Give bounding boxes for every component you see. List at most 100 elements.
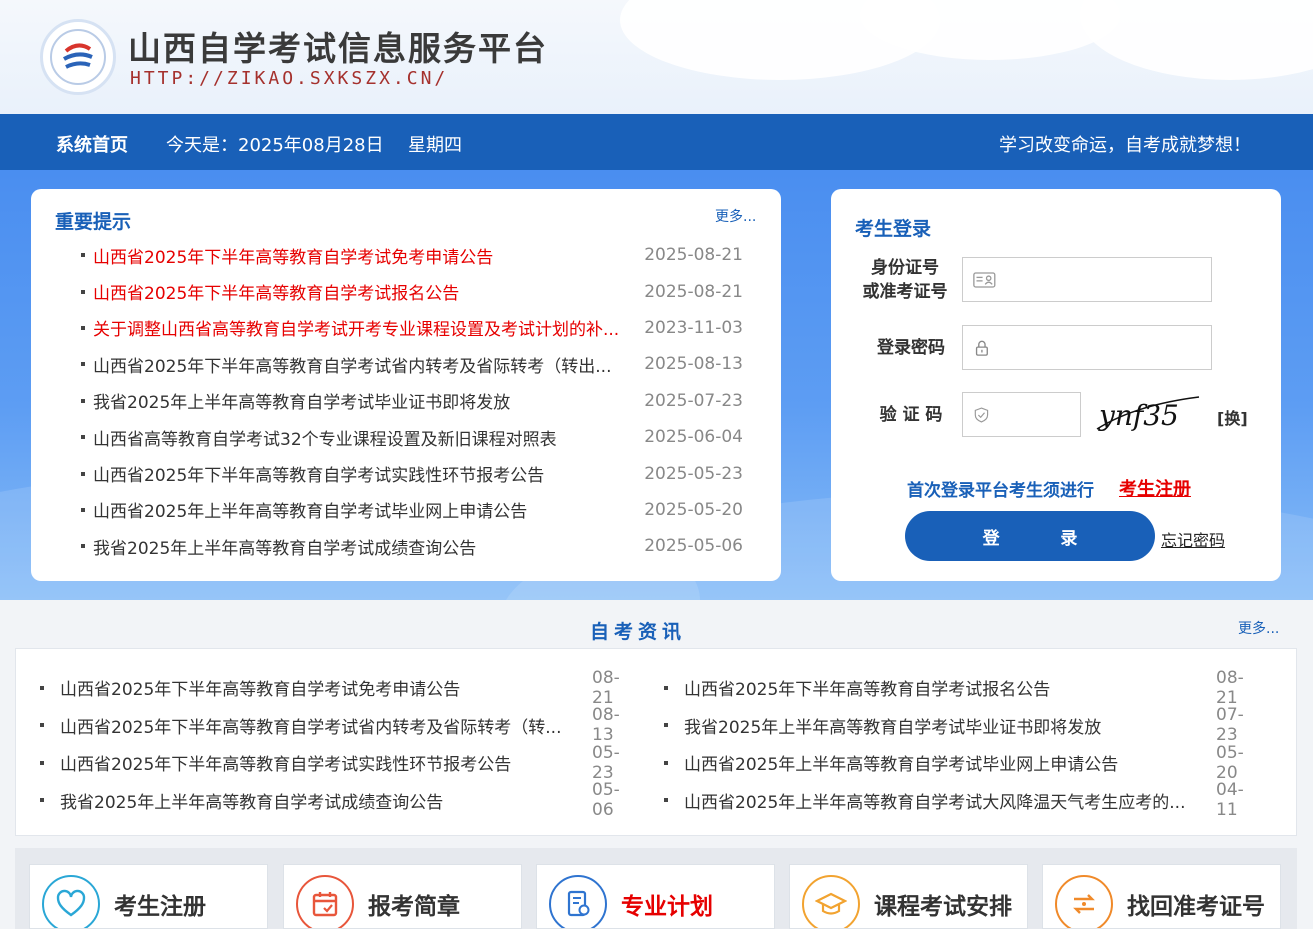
exchange-icon — [1055, 875, 1113, 928]
shortcut-tile[interactable]: 考生注册 — [29, 864, 268, 929]
captcha-image[interactable]: ynf35 — [1095, 395, 1201, 435]
notice-item[interactable]: 山西省2025年下半年高等教育自学考试省内转考及省际转考（转出... 2025-0… — [81, 346, 761, 382]
password-field[interactable] — [962, 325, 1212, 370]
news-item[interactable]: 我省2025年上半年高等教育自学考试成绩查询公告 05-06 — [40, 780, 620, 820]
news-left-column: 山西省2025年下半年高等教育自学考试免考申请公告 08-21 山西省2025年下半… — [40, 668, 620, 820]
news-box: 山西省2025年下半年高等教育自学考试免考申请公告 08-21 山西省2025年下半… — [15, 648, 1297, 836]
shortcut-tile[interactable]: 找回准考证号 — [1042, 864, 1281, 929]
notice-item-title[interactable]: 山西省高等教育自学考试32个专业课程设置及新旧课程对照表 — [93, 425, 633, 450]
bullet-dot — [81, 471, 85, 476]
login-card-title: 考生登录 — [855, 218, 932, 240]
news-item-date: 08-21 — [592, 667, 620, 708]
news-item[interactable]: 山西省2025年下半年高等教育自学考试报名公告 08-21 — [664, 668, 1244, 708]
bullet-dot — [81, 325, 85, 330]
captcha-input[interactable] — [997, 406, 1080, 423]
shortcut-label: 专业计划 — [621, 894, 713, 920]
news-section-title: 自考资讯 — [590, 621, 687, 643]
password-input[interactable] — [998, 339, 1211, 356]
shortcut-tile[interactable]: 课程考试安排 — [789, 864, 1028, 929]
news-item-title[interactable]: 山西省2025年上半年高等教育自学考试毕业网上申请公告 — [684, 750, 1196, 775]
shortcut-tile[interactable]: 专业计划 — [536, 864, 775, 929]
heart-icon — [42, 875, 100, 928]
news-item-title[interactable]: 我省2025年上半年高等教育自学考试成绩查询公告 — [60, 788, 572, 813]
header-cloud — [1080, 0, 1313, 80]
captcha-refresh-link[interactable]: [换] — [1217, 405, 1248, 429]
bullet-dot — [664, 798, 668, 803]
notice-item-title[interactable]: 山西省2025年下半年高等教育自学考试报名公告 — [93, 279, 633, 304]
bullet-dot — [81, 398, 85, 403]
notice-item-title[interactable]: 关于调整山西省高等教育自学考试开考专业课程设置及考试计划的补... — [93, 315, 633, 340]
news-more-link[interactable]: 更多... — [1238, 618, 1279, 638]
news-item[interactable]: 山西省2025年上半年高等教育自学考试毕业网上申请公告 05-20 — [664, 743, 1244, 783]
notice-item[interactable]: 我省2025年上半年高等教育自学考试毕业证书即将发放 2025-07-23 — [81, 383, 761, 419]
bullet-dot — [664, 685, 668, 690]
site-url: HTTP://ZIKAO.SXKSZX.CN/ — [130, 68, 449, 89]
notice-item-date: 2025-05-06 — [644, 536, 743, 557]
forgot-password-link[interactable]: 忘记密码 — [1161, 527, 1225, 551]
news-item[interactable]: 山西省2025年下半年高等教育自学考试免考申请公告 08-21 — [40, 668, 620, 708]
document-icon — [549, 875, 607, 928]
notice-item-date: 2025-08-21 — [644, 245, 743, 266]
notice-item-title[interactable]: 山西省2025年下半年高等教育自学考试免考申请公告 — [93, 243, 633, 268]
register-link[interactable]: 考生注册 — [1119, 475, 1191, 501]
notice-item-title[interactable]: 山西省2025年下半年高等教育自学考试省内转考及省际转考（转出... — [93, 352, 633, 377]
notice-item-date: 2025-08-13 — [644, 354, 743, 375]
id-number-input[interactable] — [1003, 271, 1211, 288]
site-logo[interactable] — [40, 19, 116, 95]
top-nav-bar: 系统首页 今天是：2025年08月28日 星期四 学习改变命运，自考成就梦想！ — [0, 114, 1313, 170]
login-button[interactable]: 登 录 — [905, 511, 1155, 561]
news-item-title[interactable]: 山西省2025年下半年高等教育自学考试免考申请公告 — [60, 675, 572, 700]
news-item[interactable]: 山西省2025年上半年高等教育自学考试大风降温天气考生应考的... 04-11 — [664, 780, 1244, 820]
id-number-field[interactable] — [962, 257, 1212, 302]
bullet-dot — [40, 798, 44, 803]
notice-item-title[interactable]: 我省2025年上半年高等教育自学考试毕业证书即将发放 — [93, 388, 633, 413]
id-card-icon — [973, 271, 996, 288]
news-item-date: 07-23 — [1216, 705, 1244, 746]
shortcut-tile[interactable]: 报考简章 — [283, 864, 522, 929]
notice-item[interactable]: 我省2025年上半年高等教育自学考试成绩查询公告 2025-05-06 — [81, 528, 761, 564]
news-item[interactable]: 山西省2025年下半年高等教育自学考试实践性环节报考公告 05-23 — [40, 743, 620, 783]
captcha-label: 验 证 码 — [879, 405, 943, 425]
notice-item[interactable]: 山西省2025年下半年高等教育自学考试报名公告 2025-08-21 — [81, 273, 761, 309]
id-number-label-line2: 或准考证号 — [862, 282, 948, 302]
notice-item[interactable]: 关于调整山西省高等教育自学考试开考专业课程设置及考试计划的补... 2023-11… — [81, 310, 761, 346]
nav-home-link[interactable]: 系统首页 — [56, 131, 128, 157]
calendar-icon — [296, 875, 354, 928]
notice-item-title[interactable]: 山西省2025年下半年高等教育自学考试实践性环节报考公告 — [93, 461, 633, 486]
news-item[interactable]: 山西省2025年下半年高等教育自学考试省内转考及省际转考（转... 08-13 — [40, 705, 620, 745]
notice-item-title[interactable]: 山西省2025年上半年高等教育自学考试毕业网上申请公告 — [93, 497, 633, 522]
bullet-dot — [81, 435, 85, 440]
news-item-title[interactable]: 山西省2025年上半年高等教育自学考试大风降温天气考生应考的... — [684, 788, 1196, 813]
shortcut-label: 报考简章 — [368, 894, 460, 920]
notice-list: 山西省2025年下半年高等教育自学考试免考申请公告 2025-08-21 山西省20… — [81, 237, 761, 565]
news-item-date: 05-23 — [592, 742, 620, 783]
captcha-field[interactable] — [962, 392, 1081, 437]
notice-item[interactable]: 山西省高等教育自学考试32个专业课程设置及新旧课程对照表 2025-06-04 — [81, 419, 761, 455]
notice-item[interactable]: 山西省2025年下半年高等教育自学考试实践性环节报考公告 2025-05-23 — [81, 455, 761, 491]
captcha-text: ynf35 — [1097, 399, 1179, 432]
news-item-date: 05-06 — [592, 780, 620, 821]
bullet-dot — [81, 362, 85, 367]
today-weekday: 星期四 — [408, 135, 462, 156]
news-item-title[interactable]: 我省2025年上半年高等教育自学考试毕业证书即将发放 — [684, 713, 1196, 738]
bullet-dot — [664, 723, 668, 728]
notice-item-title[interactable]: 我省2025年上半年高等教育自学考试成绩查询公告 — [93, 534, 633, 559]
shortcut-label: 课程考试安排 — [874, 894, 1012, 920]
bullet-dot — [81, 507, 85, 512]
news-item-title[interactable]: 山西省2025年下半年高等教育自学考试省内转考及省际转考（转... — [60, 713, 572, 738]
notice-item-date: 2025-08-21 — [644, 281, 743, 302]
notice-item-date: 2025-05-20 — [644, 499, 743, 520]
logo-emblem-icon — [63, 43, 93, 69]
news-item-date: 04-11 — [1216, 780, 1244, 821]
bullet-dot — [81, 544, 85, 549]
notice-item[interactable]: 山西省2025年下半年高等教育自学考试免考申请公告 2025-08-21 — [81, 237, 761, 273]
first-login-hint: 首次登录平台考生须进行 — [907, 481, 1094, 501]
notice-more-link[interactable]: 更多... — [715, 206, 756, 226]
notice-item[interactable]: 山西省2025年上半年高等教育自学考试毕业网上申请公告 2025-05-20 — [81, 492, 761, 528]
notice-item-date: 2025-05-23 — [644, 463, 743, 484]
news-item[interactable]: 我省2025年上半年高等教育自学考试毕业证书即将发放 07-23 — [664, 705, 1244, 745]
news-item-title[interactable]: 山西省2025年下半年高等教育自学考试实践性环节报考公告 — [60, 750, 572, 775]
news-item-title[interactable]: 山西省2025年下半年高等教育自学考试报名公告 — [684, 675, 1196, 700]
notice-card-title: 重要提示 — [55, 211, 132, 233]
shield-icon — [974, 406, 989, 423]
